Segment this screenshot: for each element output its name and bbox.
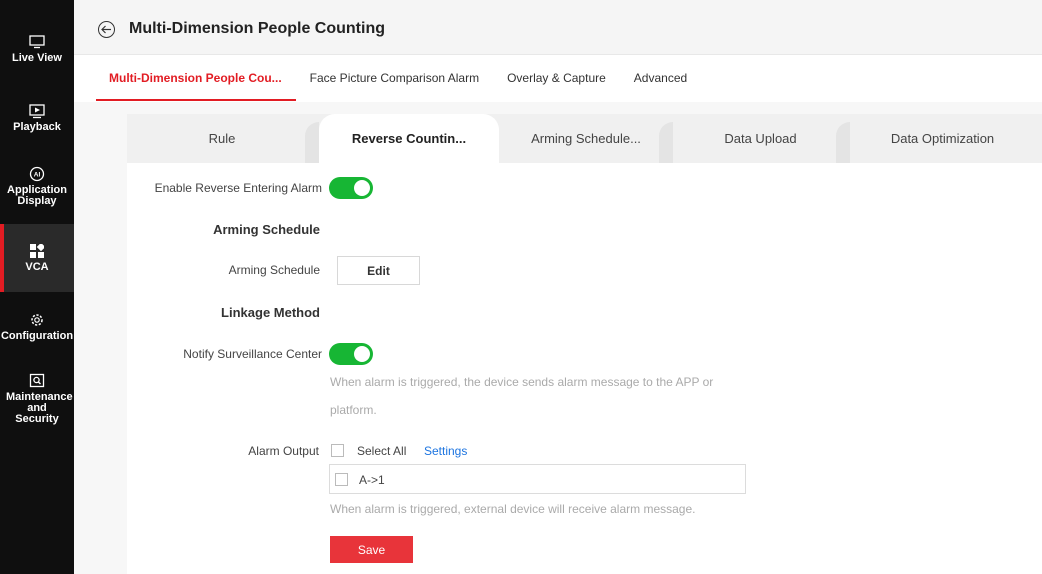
- page-header: Multi-Dimension People Counting: [74, 0, 1042, 55]
- tab-advanced[interactable]: Advanced: [634, 58, 687, 101]
- maintenance-icon: [29, 373, 45, 389]
- sidebar-item-label: Application Display: [7, 184, 67, 207]
- tab-separator: [836, 122, 850, 163]
- subtab-label: Rule: [208, 131, 236, 146]
- sidebar-item-label: Maintenance and Security: [6, 391, 73, 425]
- tab-separator: [305, 122, 319, 163]
- edit-button[interactable]: Edit: [337, 256, 420, 285]
- subtab-arming-schedule[interactable]: Arming Schedule...: [501, 114, 673, 163]
- output-a1-label: A->1: [359, 473, 385, 487]
- notify-hint-continued: platform.: [330, 403, 377, 417]
- notify-hint: When alarm is triggered, the device send…: [330, 375, 714, 389]
- subtab-rule[interactable]: Rule: [127, 114, 319, 163]
- notify-surveillance-toggle[interactable]: [329, 343, 373, 365]
- subtab-label: Reverse Countin...: [351, 131, 467, 146]
- sidebar-item-maintenance[interactable]: Maintenance and Security: [0, 373, 74, 425]
- enable-reverse-label: Enable Reverse Entering Alarm: [154, 181, 322, 195]
- select-all-label[interactable]: Select All: [357, 444, 406, 458]
- sidebar-item-configuration[interactable]: Configuration: [0, 312, 74, 346]
- output-hint: When alarm is triggered, external device…: [330, 502, 696, 516]
- tab-multi-dimension-people-counting[interactable]: Multi-Dimension People Cou...: [96, 58, 296, 101]
- back-button[interactable]: [98, 21, 115, 38]
- vca-grid-icon: [29, 243, 45, 259]
- playback-icon: [29, 103, 45, 119]
- output-a1-checkbox[interactable]: [335, 473, 348, 486]
- ai-icon: AI: [29, 166, 45, 182]
- tab-overlay-capture[interactable]: Overlay & Capture: [507, 58, 606, 101]
- arming-schedule-section-title: Arming Schedule: [213, 222, 320, 237]
- subtab-label: Data Optimization: [890, 131, 995, 146]
- page-title: Multi-Dimension People Counting: [129, 20, 385, 37]
- sidebar: Live View Playback AI Application Displa…: [0, 0, 74, 574]
- sidebar-item-label: VCA: [25, 261, 49, 273]
- arming-schedule-label: Arming Schedule: [228, 263, 320, 277]
- tab-face-picture-comparison-alarm[interactable]: Face Picture Comparison Alarm: [310, 58, 479, 101]
- alarm-output-list: [329, 464, 746, 494]
- sub-tabs: Rule Reverse Countin... Arming Schedule.…: [127, 114, 1042, 163]
- select-all-checkbox[interactable]: [331, 444, 344, 457]
- sidebar-item-label: Live View: [12, 52, 62, 64]
- notify-surveillance-label: Notify Surveillance Center: [183, 347, 322, 361]
- monitor-icon: [29, 34, 45, 50]
- save-button[interactable]: Save: [330, 536, 413, 563]
- svg-text:AI: AI: [34, 172, 41, 179]
- sidebar-item-application-display[interactable]: AI Application Display: [0, 166, 74, 214]
- tab-separator: [659, 122, 673, 163]
- subtab-data-upload[interactable]: Data Upload: [673, 114, 850, 163]
- gear-icon: [29, 312, 45, 328]
- subtab-data-optimization[interactable]: Data Optimization: [850, 114, 1035, 163]
- settings-link[interactable]: Settings: [424, 444, 467, 458]
- subtab-label: Arming Schedule...: [531, 131, 641, 146]
- back-arrow-icon: [101, 25, 111, 34]
- linkage-method-section-title: Linkage Method: [221, 305, 320, 320]
- alarm-output-label: Alarm Output: [248, 444, 319, 458]
- enable-reverse-toggle[interactable]: [329, 177, 373, 199]
- sidebar-item-label: Configuration: [0, 330, 74, 342]
- top-tabs: Multi-Dimension People Cou... Face Pictu…: [96, 58, 715, 101]
- sidebar-item-label: Playback: [13, 121, 61, 133]
- subtab-reverse-counting[interactable]: Reverse Countin...: [319, 114, 499, 163]
- subtab-label: Data Upload: [724, 131, 797, 146]
- sidebar-item-vca[interactable]: VCA: [0, 224, 74, 292]
- sidebar-item-playback[interactable]: Playback: [0, 103, 74, 143]
- sidebar-item-live-view[interactable]: Live View: [0, 34, 74, 74]
